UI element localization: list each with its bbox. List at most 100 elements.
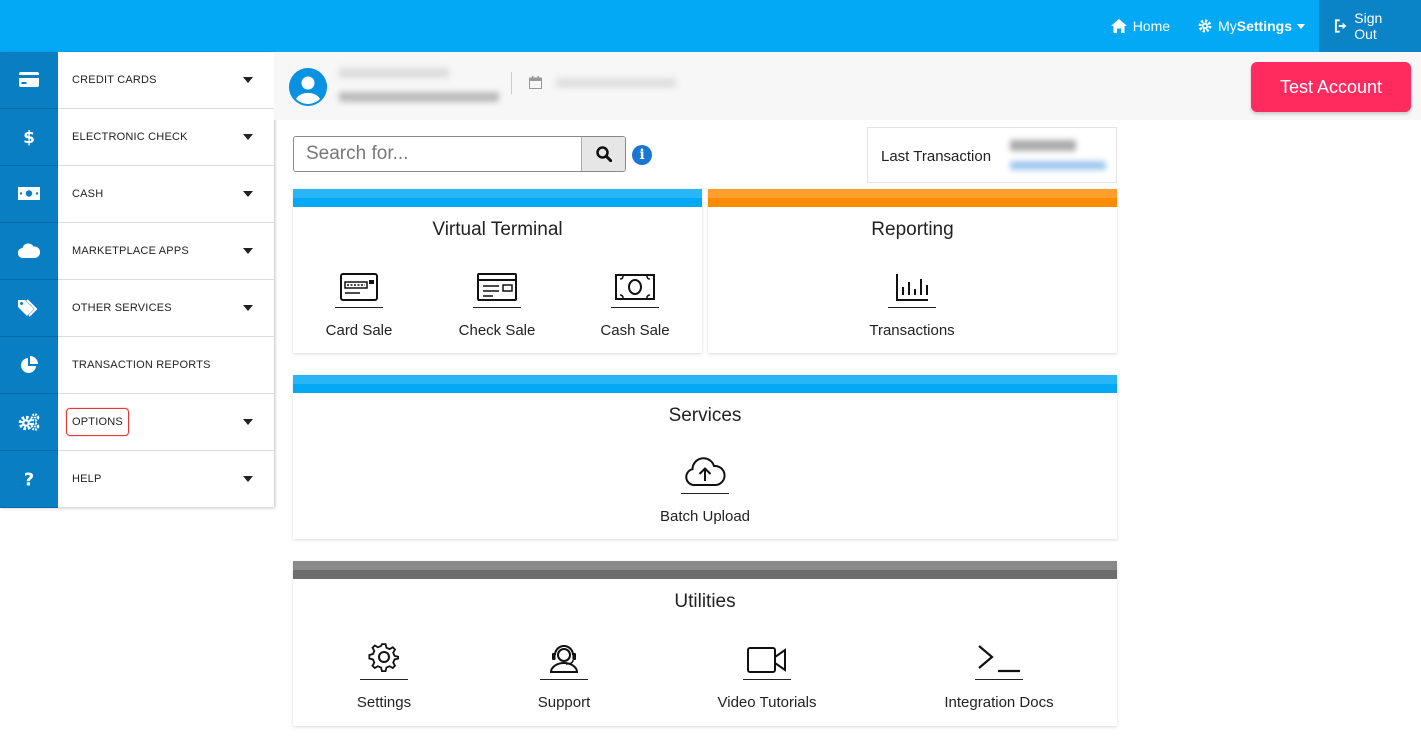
tile-underline — [611, 307, 659, 308]
settings-tile[interactable]: Settings — [314, 633, 454, 711]
video-tutorials-tile[interactable]: Video Tutorials — [697, 633, 837, 711]
sidebar-item-label: CASH — [72, 188, 104, 200]
tile-label: Settings — [356, 694, 412, 711]
integration-docs-tile[interactable]: Integration Docs — [929, 633, 1069, 711]
home-link[interactable]: Home — [1097, 0, 1184, 52]
sidebar-item-marketplace-apps[interactable]: MARKETPLACE APPS — [0, 222, 274, 280]
sidebar-item-help[interactable]: ? HELP — [0, 450, 274, 508]
check-sale-tile[interactable]: Check Sale — [427, 261, 567, 339]
calendar-icon — [529, 76, 542, 89]
sidebar-icon-cell — [0, 222, 58, 280]
sidebar-item-label: OTHER SERVICES — [72, 302, 172, 314]
tile-underline — [888, 307, 936, 308]
tile-underline — [473, 307, 521, 308]
search-button[interactable] — [581, 137, 625, 171]
date-redacted — [556, 78, 676, 88]
sidebar-item-label: OPTIONS — [66, 408, 129, 436]
tile-underline — [360, 679, 408, 680]
tile-label: Cash Sale — [600, 322, 670, 339]
test-account-button[interactable]: Test Account — [1251, 62, 1411, 112]
services-card: Services Batch Upload — [293, 375, 1117, 539]
sidebar-icon-cell: ? — [0, 450, 58, 508]
question-icon: ? — [24, 470, 34, 488]
card-header-bar — [708, 189, 1117, 207]
sidebar-item-options[interactable]: OPTIONS — [0, 393, 274, 451]
search-box — [293, 136, 626, 172]
sidebar-item-transaction-reports[interactable]: TRANSACTION REPORTS — [0, 336, 274, 394]
tile-label: Transactions — [869, 322, 955, 339]
headset-icon — [549, 645, 579, 673]
video-camera-icon — [747, 647, 786, 673]
search-input[interactable] — [294, 137, 581, 171]
home-label: Home — [1132, 18, 1171, 34]
tags-icon — [18, 298, 38, 317]
card-sale-tile[interactable]: Card Sale — [289, 261, 429, 339]
my-label: My — [1218, 18, 1237, 34]
sign-out-link[interactable]: Sign Out — [1319, 0, 1421, 52]
reporting-card: Reporting Transactions — [708, 189, 1117, 353]
info-icon[interactable]: i — [632, 145, 652, 165]
sidebar-icon-cell — [0, 336, 58, 394]
caret-down-icon — [243, 191, 253, 197]
utilities-card: Utilities Settings Support Video Tutoria… — [293, 561, 1117, 726]
sidebar-item-cash[interactable]: CASH — [0, 165, 274, 223]
tile-underline — [975, 679, 1023, 680]
last-transaction-link-redacted[interactable] — [1010, 161, 1106, 170]
my-settings-dropdown[interactable]: My Settings — [1184, 0, 1319, 52]
svg-text:?: ? — [24, 470, 34, 488]
tile-underline — [743, 679, 791, 680]
sidebar-icon-cell — [0, 51, 58, 109]
sidebar-item-credit-cards[interactable]: CREDIT CARDS — [0, 51, 274, 109]
settings-label: Settings — [1236, 18, 1292, 34]
tile-label: Integration Docs — [944, 694, 1054, 711]
caret-down-icon — [243, 305, 253, 311]
avatar[interactable] — [289, 68, 327, 106]
sidebar-item-label: CREDIT CARDS — [72, 74, 157, 86]
last-transaction-label: Last Transaction — [881, 148, 992, 165]
sidebar-item-other-services[interactable]: OTHER SERVICES — [0, 279, 274, 337]
tile-underline — [335, 307, 383, 308]
sidebar-icon-cell — [0, 279, 58, 337]
sign-out-icon — [1334, 19, 1347, 33]
tile-label: Support — [537, 694, 591, 711]
caret-down-icon — [243, 476, 253, 482]
tile-label: Check Sale — [458, 322, 536, 339]
cash-sale-tile[interactable]: Cash Sale — [565, 261, 705, 339]
sidebar-item-electronic-check[interactable]: $ ELECTRONIC CHECK — [0, 108, 274, 166]
batch-upload-tile[interactable]: Batch Upload — [635, 447, 775, 525]
gear-icon — [368, 643, 400, 673]
sidebar-item-label: MARKETPLACE APPS — [72, 245, 189, 257]
last-transaction-amount-redacted — [1010, 140, 1076, 151]
header-divider — [511, 72, 512, 94]
sidebar-icon-cell: $ — [0, 108, 58, 166]
cloud-upload-icon — [685, 457, 726, 486]
transactions-tile[interactable]: Transactions — [842, 261, 982, 339]
account-name-redacted — [339, 68, 449, 78]
cloud-icon — [18, 243, 40, 258]
tile-label: Batch Upload — [659, 508, 751, 525]
card-header-bar — [293, 189, 702, 207]
sidebar-icon-cell — [0, 165, 58, 223]
gear-icon — [1198, 19, 1212, 33]
home-icon — [1110, 19, 1127, 33]
tile-underline — [540, 679, 588, 680]
sidebar-icon-cell — [0, 393, 58, 451]
account-header: Test Account — [274, 52, 1421, 120]
support-tile[interactable]: Support — [494, 633, 634, 711]
caret-down-icon — [1297, 23, 1305, 29]
card-header-bar — [293, 375, 1117, 393]
cash-icon — [18, 187, 40, 200]
credit-card-icon — [340, 273, 378, 301]
top-nav: Home My Settings Sign Out — [1097, 0, 1421, 52]
user-icon — [289, 68, 327, 106]
sidebar-item-label: TRANSACTION REPORTS — [72, 359, 211, 371]
last-transaction-panel: Last Transaction — [867, 127, 1117, 183]
caret-down-icon — [243, 248, 253, 254]
sidebar: CREDIT CARDS $ ELECTRONIC CHECK CASH MAR… — [0, 51, 274, 508]
credit-card-icon — [19, 72, 39, 87]
card-header-bar — [293, 561, 1117, 579]
cash-icon — [615, 274, 655, 300]
search-icon — [595, 146, 612, 162]
sidebar-item-label: HELP — [72, 473, 102, 485]
caret-down-icon — [243, 77, 253, 83]
